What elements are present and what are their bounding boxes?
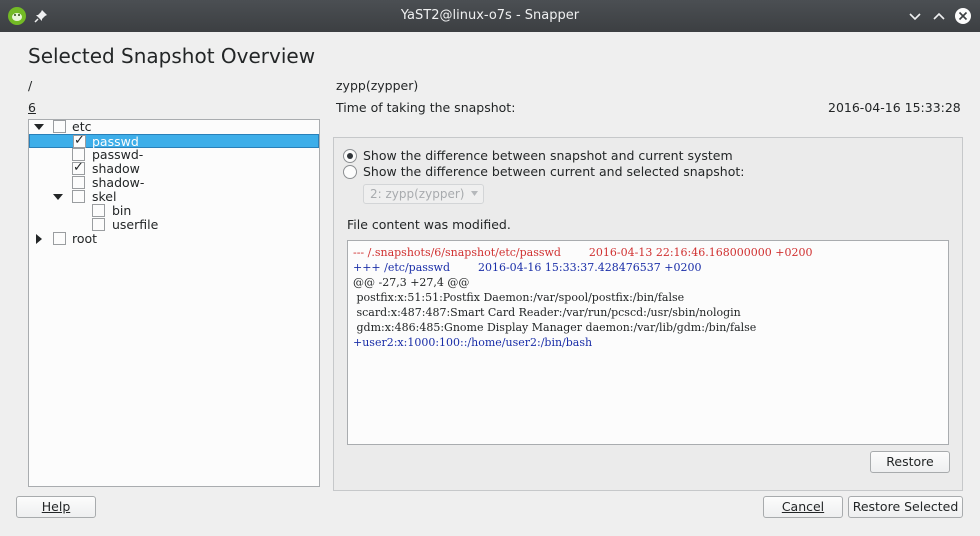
- tree-item-bin[interactable]: bin: [29, 203, 319, 218]
- diff-line: scard:x:487:487:Smart Card Reader:/var/r…: [353, 306, 741, 319]
- chevron-right-icon[interactable]: [34, 234, 44, 244]
- radio-compare-current-label[interactable]: Show the difference between snapshot and…: [363, 148, 733, 163]
- minimize-button[interactable]: [905, 6, 925, 26]
- checkbox-skel[interactable]: [72, 190, 85, 203]
- tree-item-shadow[interactable]: shadow: [29, 160, 319, 176]
- status-message: File content was modified.: [347, 217, 511, 232]
- diff-line: +user2:x:1000:100::/home/user2:/bin/bash: [353, 336, 593, 349]
- diff-view[interactable]: --- /.snapshots/6/snapshot/etc/passwd 20…: [347, 240, 949, 445]
- file-tree[interactable]: etc passwd passwd- shadow shadow- skel b…: [28, 119, 320, 487]
- checkbox-passwd[interactable]: [73, 133, 86, 148]
- title-bar: YaST2@linux-o7s - Snapper: [0, 0, 980, 32]
- snapshot-path: /: [28, 78, 33, 93]
- tree-item-label: etc: [72, 119, 92, 134]
- tree-item-etc[interactable]: etc: [29, 119, 319, 134]
- radio-compare-selected[interactable]: [343, 165, 357, 179]
- restore-button[interactable]: Restore: [870, 451, 950, 473]
- radio-compare-selected-label[interactable]: Show the difference between current and …: [363, 164, 744, 179]
- tree-item-label: shadow: [92, 161, 140, 176]
- tree-item-userfile[interactable]: userfile: [29, 217, 319, 232]
- tree-item-label: userfile: [112, 217, 159, 232]
- tree-item-label: shadow-: [92, 175, 145, 190]
- snapshot-time-value: 2016-04-16 15:33:28: [828, 100, 961, 115]
- radio-compare-current[interactable]: [343, 149, 357, 163]
- checkbox-etc[interactable]: [53, 120, 66, 133]
- diff-line: @@ -27,3 +27,4 @@: [353, 276, 470, 289]
- tree-item-skel[interactable]: skel: [29, 189, 319, 204]
- window-title: YaST2@linux-o7s - Snapper: [400, 8, 580, 23]
- tree-item-root[interactable]: root: [29, 231, 319, 246]
- diff-line: --- /.snapshots/6/snapshot/etc/passwd 20…: [353, 246, 813, 259]
- checkbox-bin[interactable]: [92, 204, 105, 217]
- tree-item-label: passwd-: [92, 147, 144, 162]
- chevron-down-icon[interactable]: [53, 192, 63, 202]
- snapshot-time-label: Time of taking the snapshot:: [336, 100, 516, 115]
- cancel-button[interactable]: Cancel: [763, 496, 843, 518]
- tree-item-passwd[interactable]: passwd: [29, 133, 319, 149]
- page-heading: Selected Snapshot Overview: [28, 44, 316, 68]
- tree-item-label: root: [72, 231, 98, 246]
- checkbox-shadow-backup[interactable]: [72, 176, 85, 189]
- close-button[interactable]: [953, 6, 973, 26]
- help-button[interactable]: Help: [16, 496, 96, 518]
- restore-selected-button[interactable]: Restore Selected: [848, 496, 963, 518]
- tree-item-label: skel: [92, 189, 117, 204]
- checkbox-userfile[interactable]: [92, 218, 105, 231]
- tree-item-label: bin: [112, 203, 132, 218]
- diff-line: +++ /etc/passwd 2016-04-16 15:33:37.4284…: [353, 261, 702, 274]
- diff-line: gdm:x:486:485:Gnome Display Manager daem…: [353, 321, 757, 334]
- snapshot-select[interactable]: 2: zypp(zypper): [363, 184, 484, 204]
- checkbox-shadow[interactable]: [72, 160, 85, 175]
- chevron-down-icon[interactable]: [34, 122, 44, 132]
- checkbox-root[interactable]: [53, 232, 66, 245]
- snapshot-select-value: 2: zypp(zypper): [370, 187, 465, 201]
- tree-item-shadow-backup[interactable]: shadow-: [29, 175, 319, 190]
- chevron-down-icon: [471, 191, 478, 196]
- maximize-button[interactable]: [929, 6, 949, 26]
- snapshot-description: zypp(zypper): [336, 78, 419, 93]
- snapshot-number: 6: [28, 100, 36, 115]
- diff-line: postfix:x:51:51:Postfix Daemon:/var/spoo…: [353, 291, 685, 304]
